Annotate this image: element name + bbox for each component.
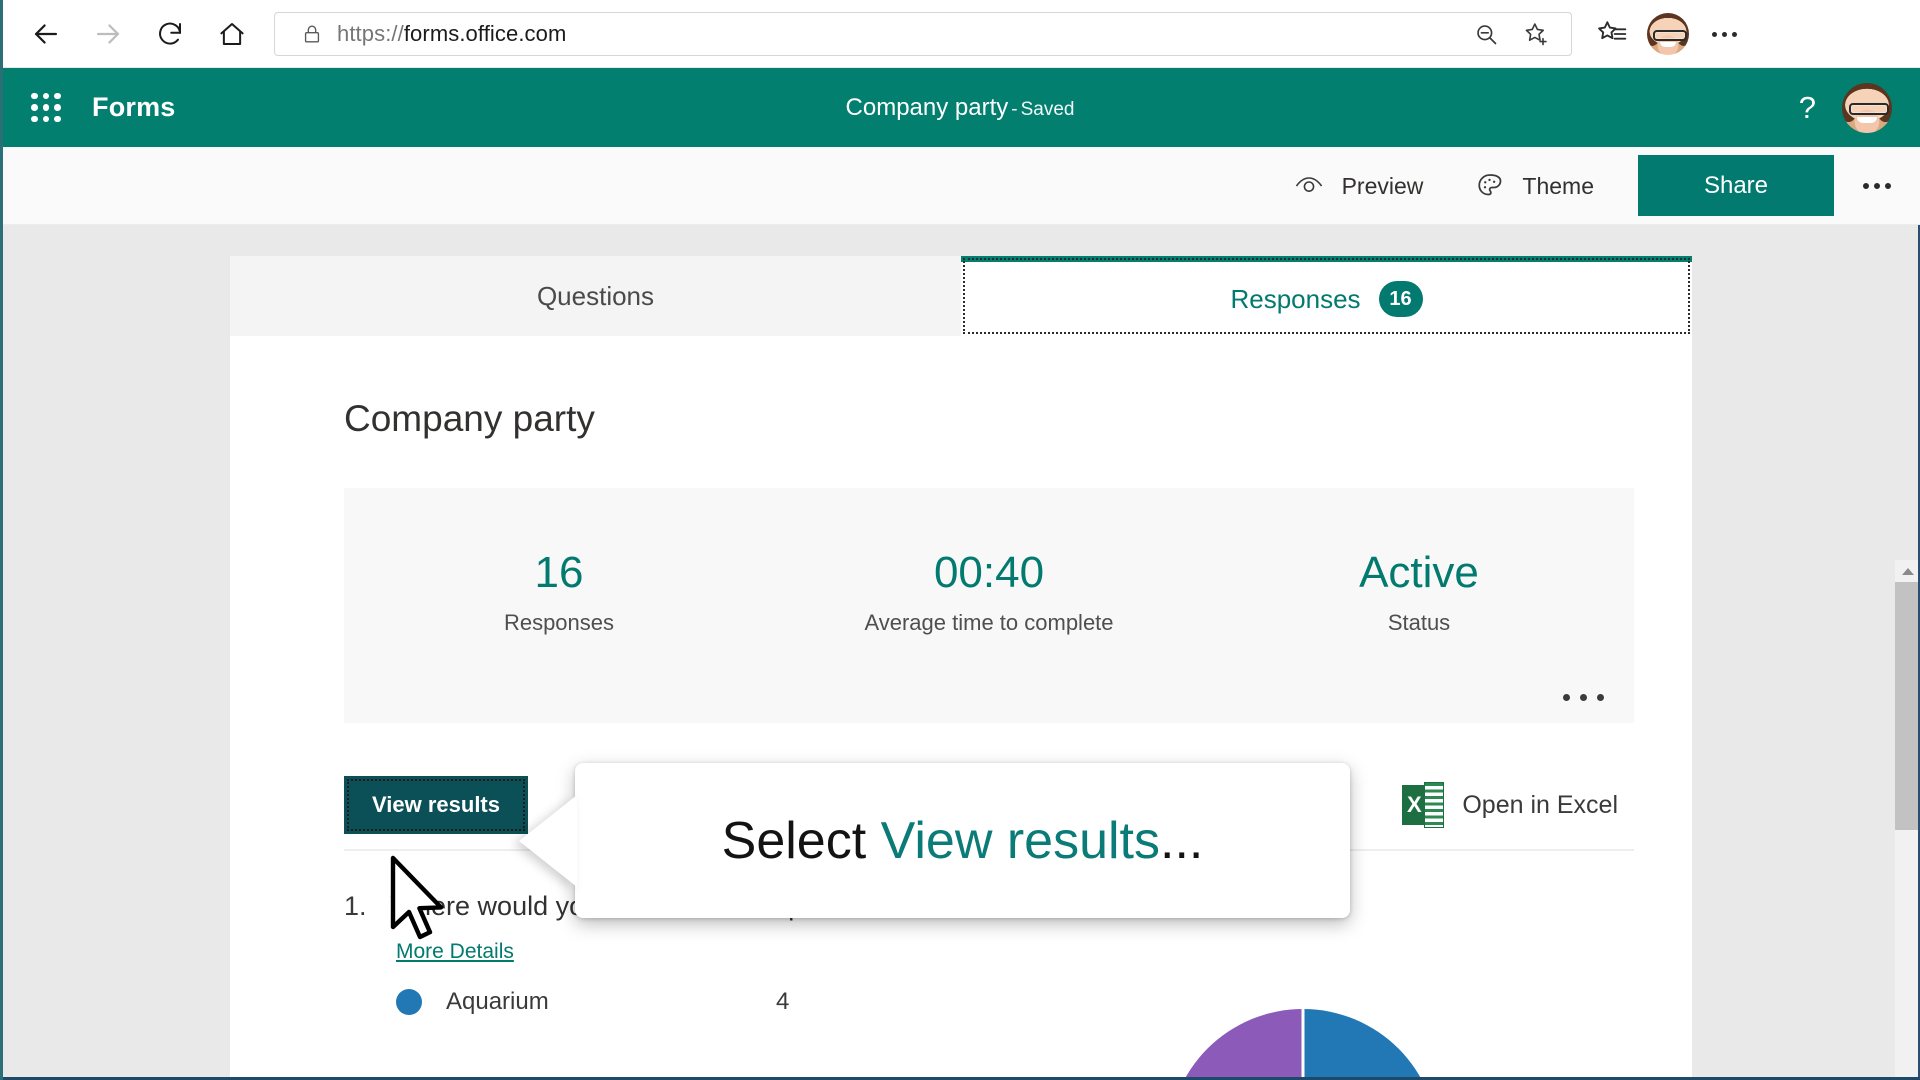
responses-count-badge: 16: [1378, 281, 1423, 317]
more-dots: [1563, 694, 1604, 701]
preview-eye-icon: [1293, 172, 1325, 200]
share-button[interactable]: Share: [1638, 155, 1834, 216]
form-save-state: Saved: [1020, 98, 1075, 120]
form-title: Company party - Saved: [0, 94, 1920, 122]
app-root: https://forms.office.com Forms Company p…: [0, 0, 1920, 1080]
url-scheme: https://: [337, 21, 404, 46]
arrow-right-icon: [91, 17, 125, 51]
command-bar-more-icon[interactable]: [1834, 147, 1920, 225]
open-in-excel-label: Open in Excel: [1462, 790, 1618, 819]
summary-stats-panel: 16 Responses 00:40 Average time to compl…: [344, 488, 1634, 723]
more-horizontal-icon[interactable]: [1698, 8, 1750, 60]
view-results-button[interactable]: View results: [344, 776, 528, 834]
callout-suffix: ...: [1160, 811, 1204, 870]
forward-button[interactable]: [80, 6, 136, 62]
browser-actions: [1586, 8, 1764, 60]
back-button[interactable]: [18, 6, 74, 62]
excel-icon-sheet: [1424, 782, 1445, 828]
form-title-name: Company party: [845, 93, 1009, 121]
home-button[interactable]: [204, 6, 260, 62]
chart-legend-item: Aquarium 4: [396, 988, 1634, 1016]
arrow-left-icon: [29, 17, 63, 51]
refresh-button[interactable]: [142, 6, 198, 62]
tab-questions-label: Questions: [536, 280, 655, 311]
address-bar[interactable]: https://forms.office.com: [274, 12, 1572, 56]
page-scrollbar[interactable]: [1895, 560, 1920, 1080]
profile-avatar[interactable]: [1642, 8, 1694, 60]
home-icon: [217, 19, 247, 49]
avatar: [1647, 13, 1689, 55]
legend-color-swatch: [396, 989, 422, 1015]
stat-average-time-label: Average time to complete: [864, 610, 1114, 636]
tab-responses-label: Responses: [1230, 283, 1361, 314]
page-body: Questions Responses 16 Company party 16 …: [0, 225, 1920, 1080]
preview-label: Preview: [1341, 172, 1424, 199]
app-launcher-waffle-icon[interactable]: [22, 84, 70, 132]
stat-average-time: 00:40 Average time to complete: [774, 488, 1204, 636]
account-avatar[interactable]: [1842, 82, 1892, 133]
forms-brand-label[interactable]: Forms: [92, 92, 176, 123]
page-title: Company party: [344, 398, 595, 439]
tab-responses[interactable]: Responses 16: [961, 256, 1692, 336]
stat-average-time-value: 00:40: [933, 548, 1045, 597]
pie-chart: [1168, 1009, 1438, 1080]
legend-option-count: 4: [776, 988, 790, 1015]
excel-icon: X: [1402, 782, 1445, 828]
open-in-excel-button[interactable]: X Open in Excel: [1402, 782, 1618, 828]
omnibox-actions: [1465, 13, 1561, 55]
excel-icon-letter: X: [1402, 785, 1427, 825]
collections-icon[interactable]: [1586, 8, 1638, 60]
legend-option-label: Aquarium: [446, 988, 549, 1015]
tab-questions[interactable]: Questions: [230, 256, 961, 336]
theme-button[interactable]: Theme: [1449, 147, 1620, 225]
stat-responses-value: 16: [534, 548, 584, 597]
form-card: Questions Responses 16 Company party 16 …: [230, 256, 1692, 1080]
stat-responses-label: Responses: [503, 610, 615, 636]
more-dots: [1711, 31, 1737, 37]
scrollbar-thumb[interactable]: [1895, 582, 1920, 830]
browser-toolbar: https://forms.office.com: [0, 0, 1920, 68]
zoom-out-icon[interactable]: [1465, 13, 1507, 55]
add-favorite-star-icon[interactable]: [1515, 13, 1557, 55]
callout-highlight: View results: [880, 811, 1160, 870]
stat-responses: 16 Responses: [344, 488, 774, 636]
scroll-up-arrow-icon[interactable]: [1895, 560, 1920, 582]
question-number: 1.: [344, 891, 367, 921]
callout-prefix: Select: [721, 811, 881, 870]
url-host: forms.office.com: [403, 21, 567, 46]
instruction-callout: Select View results...: [575, 763, 1350, 918]
theme-label: Theme: [1522, 172, 1594, 199]
pie-chart-slices: [1168, 1009, 1438, 1080]
form-title-separator: -: [1011, 98, 1018, 120]
refresh-icon: [155, 19, 185, 49]
lock-icon: [301, 22, 323, 46]
preview-button[interactable]: Preview: [1267, 147, 1450, 225]
callout-text: Select View results...: [722, 811, 1204, 871]
more-dots: [1863, 183, 1891, 189]
tab-strip: Questions Responses 16: [230, 256, 1692, 336]
forms-app-header: Forms Company party - Saved ?: [0, 68, 1920, 147]
more-details-link[interactable]: More Details: [396, 940, 514, 964]
stat-status: Active Status: [1204, 488, 1634, 636]
theme-palette-icon: [1475, 171, 1505, 201]
help-icon[interactable]: ?: [1799, 92, 1816, 123]
stats-more-options-icon[interactable]: [1549, 684, 1618, 711]
command-bar: Preview Theme Share: [0, 147, 1920, 225]
stat-status-value: Active: [1359, 548, 1479, 597]
url-text: https://forms.office.com: [337, 21, 566, 47]
forms-header-actions: ?: [1799, 82, 1920, 133]
viewport-left-edge: [0, 0, 3, 1080]
stat-status-label: Status: [1387, 610, 1451, 636]
